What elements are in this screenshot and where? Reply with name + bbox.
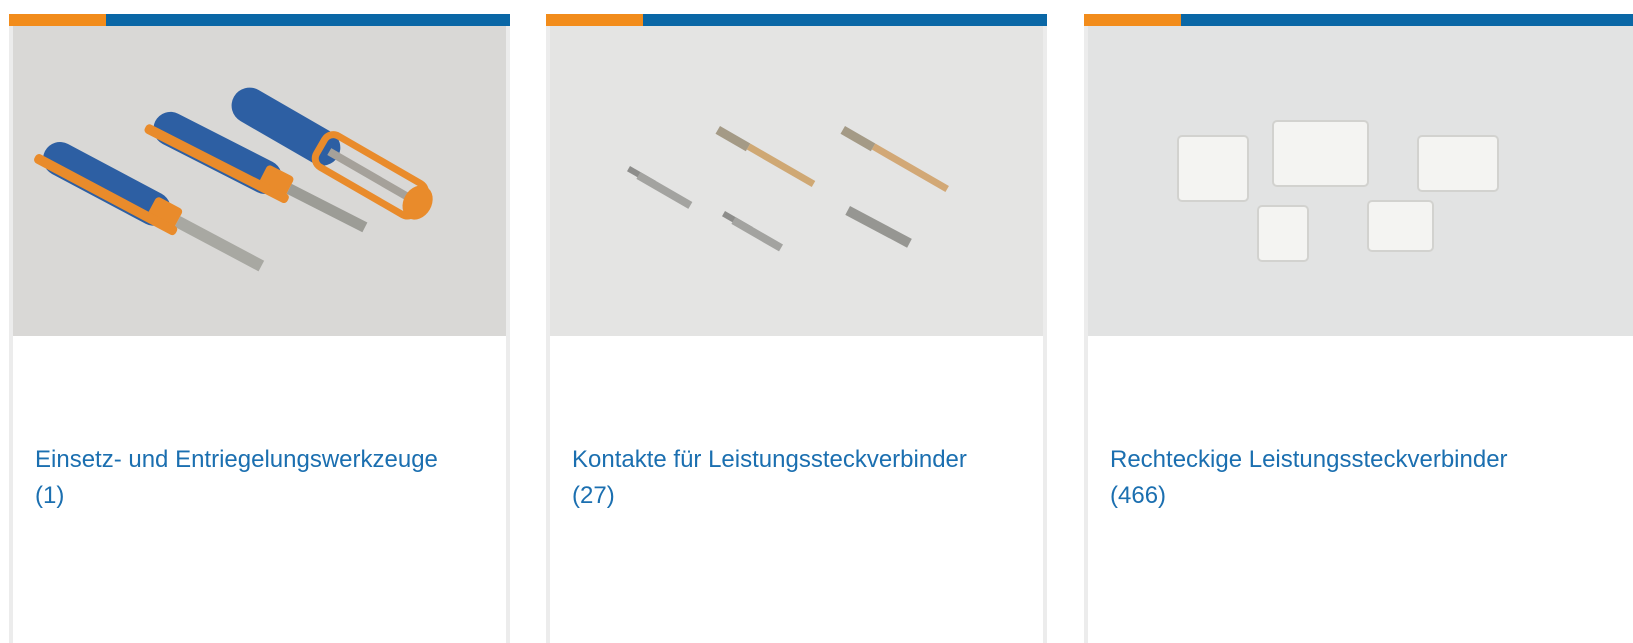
accent-orange-segment: [1084, 14, 1181, 26]
category-title-tools[interactable]: Einsetz- und Entriegelungswerkzeuge (1): [35, 442, 496, 514]
contacts-photo-illustration: [550, 26, 1043, 336]
tools-photo-illustration: [13, 26, 506, 336]
category-count[interactable]: (27): [572, 482, 615, 509]
category-name[interactable]: Kontakte für Leistungssteckverbinder: [572, 446, 967, 473]
accent-orange-segment: [9, 14, 106, 26]
category-title-contacts[interactable]: Kontakte für Leistungssteckverbinder (27…: [572, 442, 1033, 514]
accent-blue-segment: [106, 14, 510, 26]
category-count[interactable]: (466): [1110, 482, 1166, 509]
category-name[interactable]: Rechteckige Leistungssteckverbinder: [1110, 446, 1508, 473]
category-image-tools[interactable]: [13, 26, 506, 336]
card-accent-bar: [1084, 14, 1633, 26]
category-image-connectors[interactable]: [1088, 26, 1633, 336]
category-name[interactable]: Einsetz- und Entriegelungswerkzeuge: [35, 446, 438, 473]
accent-orange-segment: [546, 14, 643, 26]
accent-blue-segment: [1181, 14, 1633, 26]
category-count[interactable]: (1): [35, 482, 64, 509]
category-grid: Einsetz- und Entriegelungswerkzeuge (1): [0, 0, 1633, 643]
category-image-contacts[interactable]: [550, 26, 1043, 336]
card-accent-bar: [9, 14, 510, 26]
connectors-photo-illustration: [1088, 26, 1633, 336]
category-title-connectors[interactable]: Rechteckige Leistungssteckverbinder (466…: [1110, 442, 1633, 514]
card-accent-bar: [546, 14, 1047, 26]
category-card-tools[interactable]: Einsetz- und Entriegelungswerkzeuge (1): [9, 14, 510, 643]
category-card-contacts[interactable]: Kontakte für Leistungssteckverbinder (27…: [546, 14, 1047, 643]
category-card-connectors[interactable]: Rechteckige Leistungssteckverbinder (466…: [1084, 14, 1633, 643]
accent-blue-segment: [643, 14, 1047, 26]
